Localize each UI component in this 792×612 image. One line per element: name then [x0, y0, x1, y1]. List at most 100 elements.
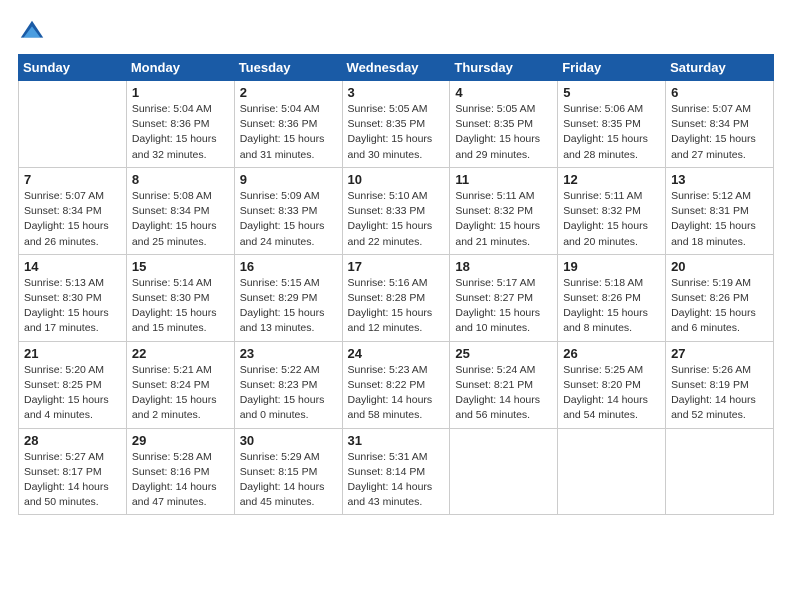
day-info: Sunrise: 5:18 AM Sunset: 8:26 PM Dayligh…	[563, 276, 660, 337]
week-row-2: 7Sunrise: 5:07 AM Sunset: 8:34 PM Daylig…	[19, 167, 774, 254]
day-cell: 3 Sunrise: 5:05 AM Sunset: 8:35 PM Daylig…	[342, 81, 450, 168]
day-info: Sunrise: 5:20 AM Sunset: 8:25 PM Dayligh…	[24, 363, 121, 424]
day-info: Sunrise: 5:29 AM Sunset: 8:15 PM Dayligh…	[240, 450, 337, 511]
day-cell	[666, 428, 774, 515]
day-info: Sunrise: 5:11 AM Sunset: 8:32 PM Dayligh…	[455, 189, 552, 250]
day-info: Sunrise: 5:25 AM Sunset: 8:20 PM Dayligh…	[563, 363, 660, 424]
day-number: 23	[240, 346, 337, 361]
day-cell: 8 Sunrise: 5:08 AM Sunset: 8:34 PM Daylig…	[126, 167, 234, 254]
day-info: Sunrise: 5:07 AM Sunset: 8:34 PM Dayligh…	[24, 189, 121, 250]
day-info: Sunrise: 5:19 AM Sunset: 8:26 PM Dayligh…	[671, 276, 768, 337]
day-cell: 6 Sunrise: 5:07 AM Sunset: 8:34 PM Daylig…	[666, 81, 774, 168]
day-number: 29	[132, 433, 229, 448]
weekday-wednesday: Wednesday	[342, 55, 450, 81]
week-row-5: 28 Sunrise: 5:27 AM Sunset: 8:17 PM Dayli…	[19, 428, 774, 515]
logo	[18, 18, 50, 46]
day-info: Sunrise: 5:12 AM Sunset: 8:31 PM Dayligh…	[671, 189, 768, 250]
day-cell: 13 Sunrise: 5:12 AM Sunset: 8:31 PM Dayli…	[666, 167, 774, 254]
day-number: 13	[671, 172, 768, 187]
day-number: 4	[455, 85, 552, 100]
day-cell: 26 Sunrise: 5:25 AM Sunset: 8:20 PM Dayli…	[558, 341, 666, 428]
logo-icon	[18, 18, 46, 46]
day-number: 26	[563, 346, 660, 361]
day-info: Sunrise: 5:06 AM Sunset: 8:35 PM Dayligh…	[563, 102, 660, 163]
day-cell: 27Sunrise: 5:26 AM Sunset: 8:19 PM Dayli…	[666, 341, 774, 428]
day-number: 16	[240, 259, 337, 274]
day-info: Sunrise: 5:07 AM Sunset: 8:34 PM Dayligh…	[671, 102, 768, 163]
day-cell: 25 Sunrise: 5:24 AM Sunset: 8:21 PM Dayli…	[450, 341, 558, 428]
day-info: Sunrise: 5:28 AM Sunset: 8:16 PM Dayligh…	[132, 450, 229, 511]
day-cell: 1 Sunrise: 5:04 AM Sunset: 8:36 PM Daylig…	[126, 81, 234, 168]
day-number: 24	[348, 346, 445, 361]
day-info: Sunrise: 5:09 AM Sunset: 8:33 PM Dayligh…	[240, 189, 337, 250]
day-cell: 12 Sunrise: 5:11 AM Sunset: 8:32 PM Dayli…	[558, 167, 666, 254]
day-info: Sunrise: 5:04 AM Sunset: 8:36 PM Dayligh…	[240, 102, 337, 163]
day-number: 19	[563, 259, 660, 274]
day-number: 9	[240, 172, 337, 187]
day-number: 15	[132, 259, 229, 274]
week-row-1: 1 Sunrise: 5:04 AM Sunset: 8:36 PM Daylig…	[19, 81, 774, 168]
day-info: Sunrise: 5:31 AM Sunset: 8:14 PM Dayligh…	[348, 450, 445, 511]
day-info: Sunrise: 5:11 AM Sunset: 8:32 PM Dayligh…	[563, 189, 660, 250]
day-cell: 16Sunrise: 5:15 AM Sunset: 8:29 PM Dayli…	[234, 254, 342, 341]
day-number: 8	[132, 172, 229, 187]
day-number: 6	[671, 85, 768, 100]
day-cell: 18 Sunrise: 5:17 AM Sunset: 8:27 PM Dayli…	[450, 254, 558, 341]
day-cell: 15Sunrise: 5:14 AM Sunset: 8:30 PM Dayli…	[126, 254, 234, 341]
day-info: Sunrise: 5:22 AM Sunset: 8:23 PM Dayligh…	[240, 363, 337, 424]
day-cell: 9 Sunrise: 5:09 AM Sunset: 8:33 PM Daylig…	[234, 167, 342, 254]
week-row-4: 21 Sunrise: 5:20 AM Sunset: 8:25 PM Dayli…	[19, 341, 774, 428]
day-number: 31	[348, 433, 445, 448]
weekday-monday: Monday	[126, 55, 234, 81]
day-info: Sunrise: 5:08 AM Sunset: 8:34 PM Dayligh…	[132, 189, 229, 250]
day-number: 21	[24, 346, 121, 361]
day-info: Sunrise: 5:04 AM Sunset: 8:36 PM Dayligh…	[132, 102, 229, 163]
day-info: Sunrise: 5:26 AM Sunset: 8:19 PM Dayligh…	[671, 363, 768, 424]
day-cell: 5 Sunrise: 5:06 AM Sunset: 8:35 PM Daylig…	[558, 81, 666, 168]
calendar: SundayMondayTuesdayWednesdayThursdayFrid…	[18, 54, 774, 515]
day-cell: 20 Sunrise: 5:19 AM Sunset: 8:26 PM Dayli…	[666, 254, 774, 341]
day-number: 3	[348, 85, 445, 100]
day-number: 18	[455, 259, 552, 274]
day-number: 10	[348, 172, 445, 187]
day-info: Sunrise: 5:27 AM Sunset: 8:17 PM Dayligh…	[24, 450, 121, 511]
day-info: Sunrise: 5:10 AM Sunset: 8:33 PM Dayligh…	[348, 189, 445, 250]
day-info: Sunrise: 5:23 AM Sunset: 8:22 PM Dayligh…	[348, 363, 445, 424]
day-cell: 23 Sunrise: 5:22 AM Sunset: 8:23 PM Dayli…	[234, 341, 342, 428]
day-cell: 21 Sunrise: 5:20 AM Sunset: 8:25 PM Dayli…	[19, 341, 127, 428]
day-info: Sunrise: 5:17 AM Sunset: 8:27 PM Dayligh…	[455, 276, 552, 337]
day-info: Sunrise: 5:21 AM Sunset: 8:24 PM Dayligh…	[132, 363, 229, 424]
day-cell: 10 Sunrise: 5:10 AM Sunset: 8:33 PM Dayli…	[342, 167, 450, 254]
weekday-header-row: SundayMondayTuesdayWednesdayThursdayFrid…	[19, 55, 774, 81]
day-info: Sunrise: 5:13 AM Sunset: 8:30 PM Dayligh…	[24, 276, 121, 337]
day-cell	[450, 428, 558, 515]
day-cell: 30 Sunrise: 5:29 AM Sunset: 8:15 PM Dayli…	[234, 428, 342, 515]
day-cell: 2Sunrise: 5:04 AM Sunset: 8:36 PM Daylig…	[234, 81, 342, 168]
day-cell: 14 Sunrise: 5:13 AM Sunset: 8:30 PM Dayli…	[19, 254, 127, 341]
day-cell: 24 Sunrise: 5:23 AM Sunset: 8:22 PM Dayli…	[342, 341, 450, 428]
day-info: Sunrise: 5:05 AM Sunset: 8:35 PM Dayligh…	[455, 102, 552, 163]
day-number: 17	[348, 259, 445, 274]
day-cell: 7Sunrise: 5:07 AM Sunset: 8:34 PM Daylig…	[19, 167, 127, 254]
header	[18, 18, 774, 46]
day-number: 14	[24, 259, 121, 274]
day-number: 20	[671, 259, 768, 274]
day-number: 1	[132, 85, 229, 100]
day-info: Sunrise: 5:24 AM Sunset: 8:21 PM Dayligh…	[455, 363, 552, 424]
weekday-friday: Friday	[558, 55, 666, 81]
day-number: 30	[240, 433, 337, 448]
page: SundayMondayTuesdayWednesdayThursdayFrid…	[0, 0, 792, 533]
day-cell: 29 Sunrise: 5:28 AM Sunset: 8:16 PM Dayli…	[126, 428, 234, 515]
day-number: 12	[563, 172, 660, 187]
day-cell: 31 Sunrise: 5:31 AM Sunset: 8:14 PM Dayli…	[342, 428, 450, 515]
weekday-tuesday: Tuesday	[234, 55, 342, 81]
weekday-sunday: Sunday	[19, 55, 127, 81]
day-cell: 11Sunrise: 5:11 AM Sunset: 8:32 PM Dayli…	[450, 167, 558, 254]
day-info: Sunrise: 5:05 AM Sunset: 8:35 PM Dayligh…	[348, 102, 445, 163]
weekday-saturday: Saturday	[666, 55, 774, 81]
day-cell: 17 Sunrise: 5:16 AM Sunset: 8:28 PM Dayli…	[342, 254, 450, 341]
day-info: Sunrise: 5:16 AM Sunset: 8:28 PM Dayligh…	[348, 276, 445, 337]
day-number: 25	[455, 346, 552, 361]
day-number: 28	[24, 433, 121, 448]
day-number: 5	[563, 85, 660, 100]
